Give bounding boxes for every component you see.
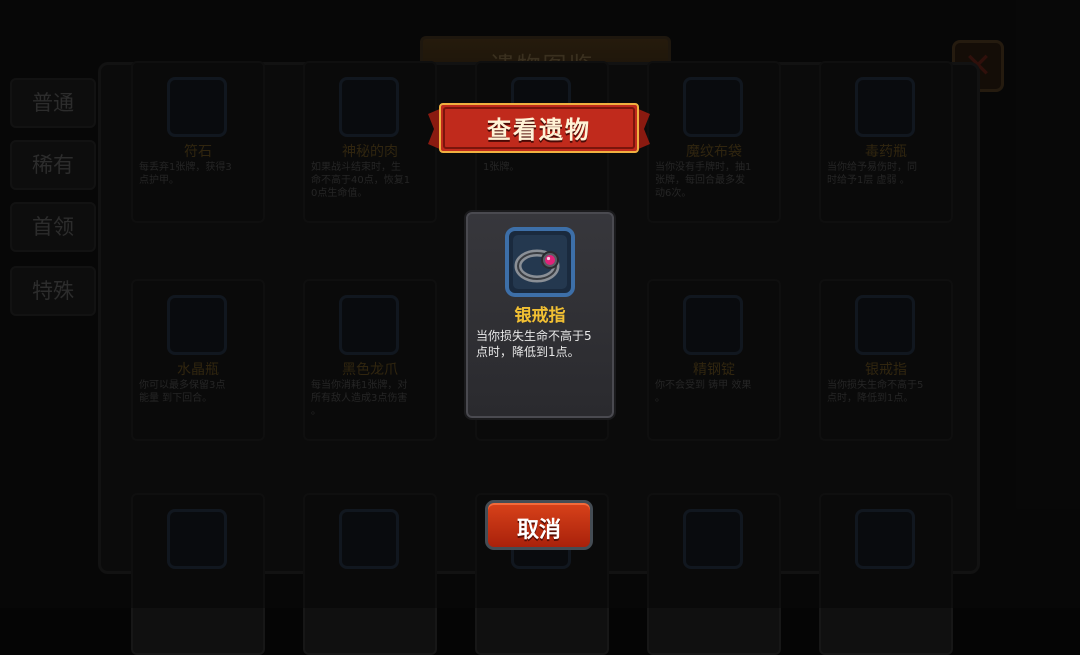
game-screen: 遗物图鉴 ✕ 普通 稀有 首领 特殊 符石 每丢弃1张牌，获得3 点护甲。 神秘… bbox=[0, 0, 1080, 655]
dialog-banner: 查看遗物 bbox=[428, 100, 650, 156]
relic-name: 银戒指 bbox=[514, 306, 566, 326]
dialog-title: 查看遗物 bbox=[487, 116, 591, 144]
cancel-button[interactable]: 取消 bbox=[485, 500, 593, 550]
cancel-button-label: 取消 bbox=[516, 518, 561, 543]
relic-description: 当你损失生命不高于5 点时，降低到1点。 bbox=[476, 329, 592, 359]
relic-detail-card: 银戒指 当你损失生命不高于5 点时，降低到1点。 bbox=[466, 212, 614, 418]
silver-ring-icon bbox=[505, 227, 575, 297]
